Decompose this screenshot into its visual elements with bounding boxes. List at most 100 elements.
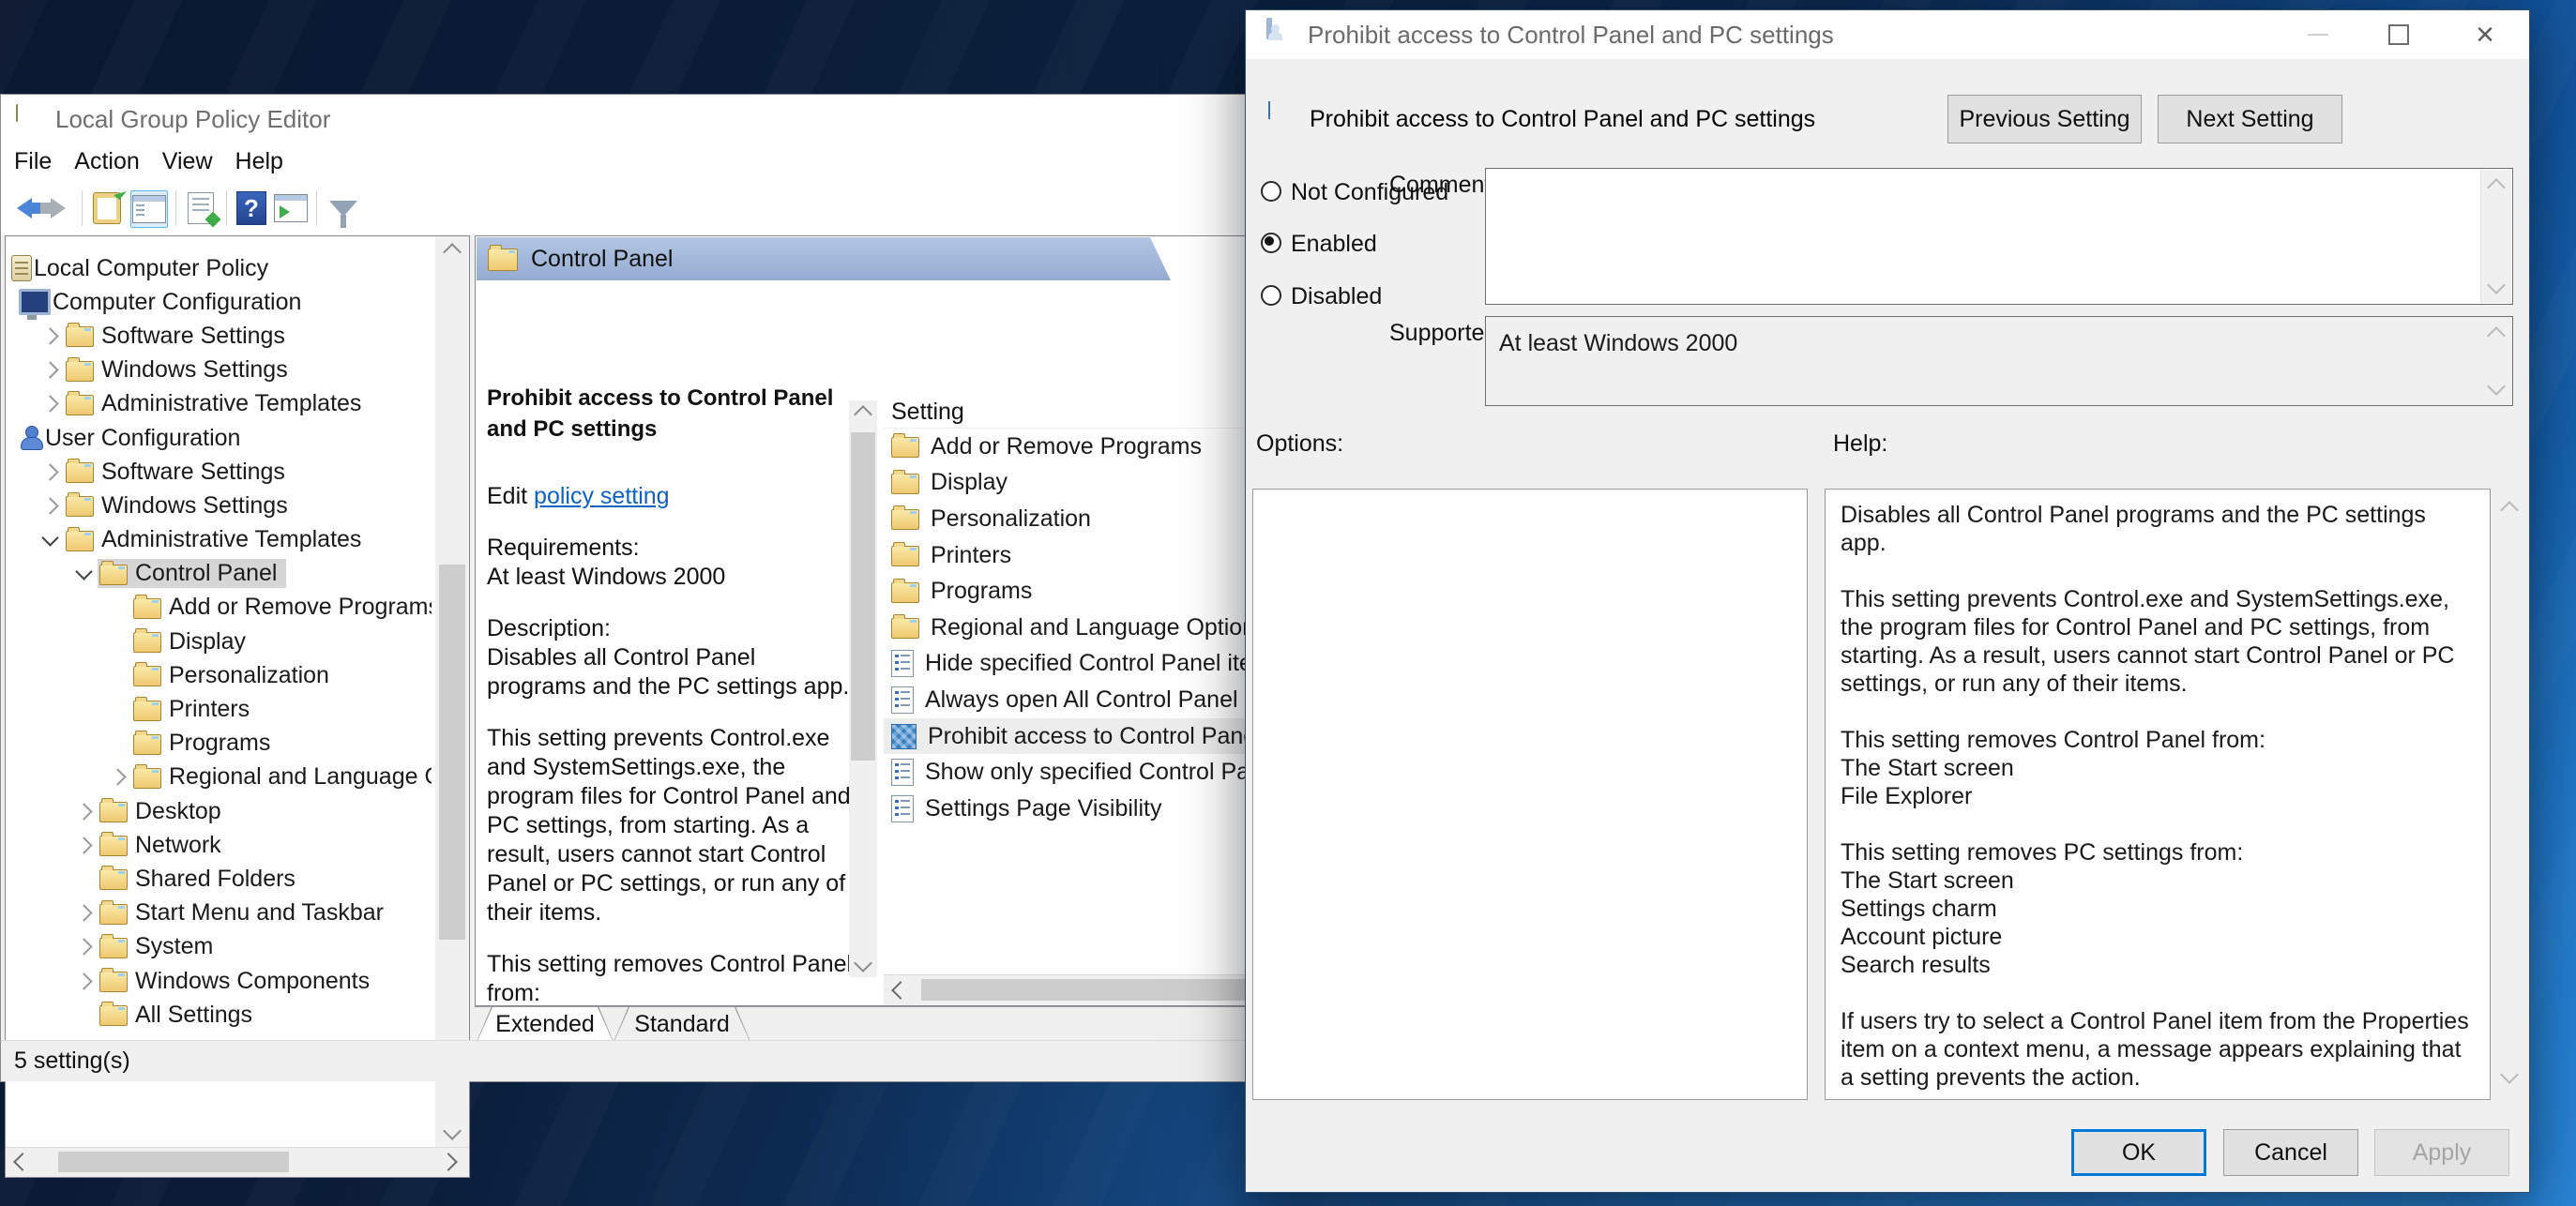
scroll-down-icon[interactable]: [849, 954, 877, 975]
help-scroll-up-icon[interactable]: [2497, 498, 2522, 520]
list-item[interactable]: Printers: [884, 537, 1252, 574]
tree-item[interactable]: Personalization: [8, 658, 432, 692]
gpedit-titlebar[interactable]: Local Group Policy Editor: [1, 95, 1250, 143]
description-scroll-thumb[interactable]: [851, 432, 875, 761]
chevron-right-icon[interactable]: [69, 938, 98, 957]
tab-extended[interactable]: Extended: [477, 1006, 614, 1042]
scroll-up-icon[interactable]: [849, 402, 877, 424]
tree-item[interactable]: Display: [8, 625, 432, 658]
tree-item[interactable]: Programs: [8, 727, 432, 761]
close-button[interactable]: ×: [2462, 10, 2508, 59]
dialog-titlebar[interactable]: Prohibit access to Control Panel and PC …: [1246, 10, 2529, 59]
supported-on-field[interactable]: At least Windows 2000: [1485, 316, 2513, 406]
tree-item[interactable]: Administrative Templates: [8, 523, 432, 557]
tree-horizontal-scrollbar[interactable]: [6, 1147, 469, 1177]
comment-scrollbar[interactable]: [2480, 170, 2511, 303]
chevron-right-icon[interactable]: [69, 802, 98, 821]
chevron-right-icon[interactable]: [69, 904, 98, 922]
tree-item[interactable]: Add or Remove Programs: [8, 591, 432, 625]
list-hscroll-thumb[interactable]: [921, 979, 1252, 1001]
chevron-right-icon[interactable]: [69, 837, 98, 854]
filter-icon[interactable]: [326, 190, 361, 228]
radio-not-configured[interactable]: [1261, 181, 1281, 202]
scroll-left-icon[interactable]: [889, 981, 910, 1000]
tree-item[interactable]: Regional and Language Options: [8, 761, 432, 794]
tree-item[interactable]: Windows Components: [8, 964, 432, 998]
tree-item[interactable]: Windows Settings: [8, 354, 432, 387]
tree-item[interactable]: Network: [8, 828, 432, 862]
menu-action[interactable]: Action: [74, 148, 139, 175]
back-icon[interactable]: [7, 190, 42, 226]
tree-item[interactable]: All Settings: [8, 998, 432, 1032]
radio-disabled[interactable]: [1261, 285, 1281, 306]
supported-on-scrollbar[interactable]: [2481, 318, 2511, 404]
scroll-down-icon[interactable]: [2481, 377, 2511, 399]
chevron-right-icon[interactable]: [36, 463, 64, 481]
list-item[interactable]: Regional and Language Options: [884, 610, 1252, 646]
show-console-tree-icon[interactable]: [130, 190, 168, 228]
options-box[interactable]: [1252, 489, 1808, 1100]
chevron-down-icon[interactable]: [69, 563, 98, 580]
cancel-button[interactable]: Cancel: [2223, 1129, 2358, 1176]
scroll-right-icon[interactable]: [439, 1153, 460, 1171]
tree-item[interactable]: Desktop: [8, 794, 432, 828]
menu-help[interactable]: Help: [235, 148, 283, 175]
tree-hscroll-thumb[interactable]: [58, 1152, 289, 1172]
tree-item[interactable]: System: [8, 930, 432, 964]
tree-vscroll-thumb[interactable]: [439, 565, 465, 940]
forward-icon[interactable]: [40, 190, 76, 226]
list-item[interactable]: Display: [884, 465, 1252, 502]
tree-item-local-computer-policy[interactable]: Local Computer Policy: [8, 251, 432, 285]
maximize-button[interactable]: [2377, 10, 2420, 59]
radio-enabled-label[interactable]: Enabled: [1291, 231, 1377, 258]
chevron-right-icon[interactable]: [69, 972, 98, 990]
chevron-right-icon[interactable]: [36, 327, 64, 345]
list-item[interactable]: Show only specified Control Panel items: [884, 754, 1252, 791]
chevron-down-icon[interactable]: [36, 529, 64, 547]
action-doc-icon[interactable]: [183, 190, 219, 226]
list-item[interactable]: Always open All Control Panel Items view: [884, 682, 1252, 718]
scroll-down-icon[interactable]: [435, 1122, 469, 1143]
previous-setting-button[interactable]: Previous Setting: [1947, 95, 2142, 143]
list-horizontal-scrollbar[interactable]: [884, 974, 1252, 1005]
scroll-down-icon[interactable]: [2481, 276, 2511, 297]
help-icon[interactable]: ?: [234, 190, 269, 226]
scroll-left-icon[interactable]: [11, 1153, 32, 1171]
next-setting-button[interactable]: Next Setting: [2158, 95, 2342, 143]
scroll-up-icon[interactable]: [2481, 324, 2511, 345]
comment-field[interactable]: [1485, 168, 2513, 305]
minimize-button[interactable]: [2296, 10, 2340, 59]
tree-item[interactable]: Start Menu and Taskbar: [8, 897, 432, 930]
list-item-selected[interactable]: Prohibit access to Control Panel and PC …: [884, 717, 1252, 755]
help-box[interactable]: Disables all Control Panel programs and …: [1825, 489, 2491, 1100]
ok-button[interactable]: OK: [2071, 1129, 2206, 1176]
settings-column-header[interactable]: Setting: [884, 396, 1252, 429]
list-item[interactable]: Programs: [884, 573, 1252, 610]
radio-disabled-label[interactable]: Disabled: [1291, 283, 1382, 310]
list-item[interactable]: Add or Remove Programs: [884, 429, 1252, 465]
edit-policy-setting-link[interactable]: policy setting: [534, 483, 670, 509]
tree-item[interactable]: Windows Settings: [8, 489, 432, 522]
list-item[interactable]: Personalization: [884, 501, 1252, 537]
help-scroll-down-icon[interactable]: [2497, 1065, 2522, 1087]
tree-item-control-panel[interactable]: Control Panel: [8, 557, 432, 591]
list-item[interactable]: Settings Page Visibility: [884, 791, 1252, 827]
scroll-up-icon[interactable]: [435, 240, 469, 262]
chevron-right-icon[interactable]: [36, 361, 64, 379]
menu-file[interactable]: File: [14, 148, 52, 175]
list-item[interactable]: Hide specified Control Panel items: [884, 646, 1252, 683]
tree-item[interactable]: Software Settings: [8, 319, 432, 353]
tree-vertical-scrollbar[interactable]: [435, 236, 469, 1147]
apply-button[interactable]: Apply: [2374, 1129, 2509, 1176]
radio-enabled[interactable]: [1261, 233, 1281, 253]
tree-item[interactable]: Printers: [8, 692, 432, 726]
chevron-right-icon[interactable]: [103, 768, 131, 787]
chevron-right-icon[interactable]: [36, 497, 64, 515]
export-list-icon[interactable]: [89, 190, 125, 226]
description-scrollbar[interactable]: [849, 400, 877, 977]
show-action-pane-icon[interactable]: [273, 190, 309, 226]
tab-standard[interactable]: Standard: [614, 1006, 750, 1042]
tree-item[interactable]: Administrative Templates: [8, 387, 432, 421]
tree-item[interactable]: Software Settings: [8, 455, 432, 489]
scroll-up-icon[interactable]: [2481, 175, 2511, 197]
